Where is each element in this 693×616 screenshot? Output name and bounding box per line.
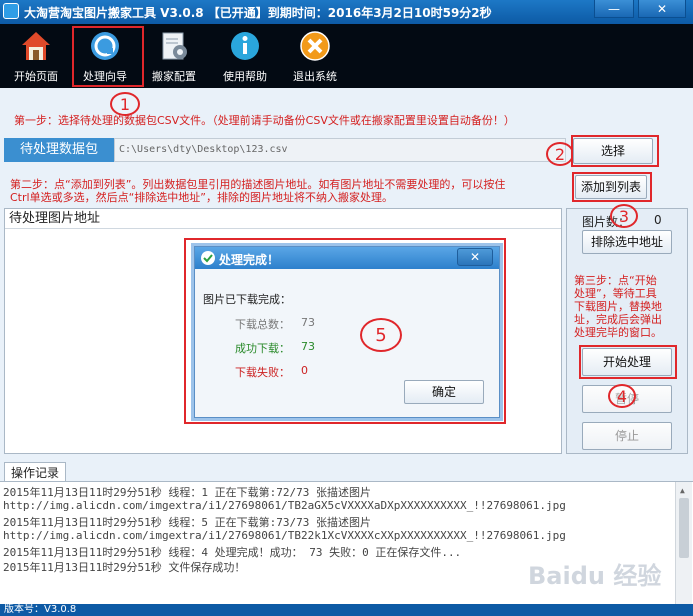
annotation-box-start <box>579 345 677 379</box>
annotation-marker-3: 3 <box>610 204 638 228</box>
total-value: 73 <box>301 316 315 329</box>
success-label: 成功下载： <box>235 342 290 355</box>
fail-label: 下载失败： <box>235 366 290 379</box>
annotation-box-add <box>572 172 652 202</box>
toolbar-config-label: 搬家配置 <box>152 70 196 83</box>
toolbar-exit[interactable]: 退出系统 <box>282 24 348 88</box>
log-scrollbar[interactable]: ▲ <box>675 482 692 604</box>
watermark: Baidu 经验 <box>528 562 662 590</box>
dialog-title: 处理完成！ <box>219 253 280 267</box>
dialog-heading: 图片已下载完成： <box>203 293 291 306</box>
completion-dialog: 处理完成！ ✕ 图片已下载完成： 下载总数： 73 成功下载： 73 下载失败：… <box>194 246 500 418</box>
list-header: 待处理图片地址 <box>5 209 561 229</box>
file-path-input[interactable]: C:\Users\dty\Desktop\123.csv <box>114 138 566 162</box>
check-icon <box>201 251 215 265</box>
stop-button[interactable]: 停止 <box>582 422 672 450</box>
exclude-selected-button[interactable]: 排除选中地址 <box>582 230 672 254</box>
log-line: 2015年11月13日11时29分51秒 文件保存成功！ <box>3 561 246 574</box>
step1-instruction: 第一步：选择待处理的数据包CSV文件。（处理前请手动备份CSV文件或在搬家配置里… <box>14 114 515 127</box>
minimize-button[interactable]: — <box>594 0 634 18</box>
step3-line: 处理”，等待工具 <box>574 287 657 300</box>
step2-instruction-line2: Ctrl单选或多选，然后点“排除选中地址”，排除的图片地址将不纳入搬家处理。 <box>10 191 393 204</box>
help-icon <box>231 32 259 60</box>
log-output[interactable]: 2015年11月13日11时29分51秒 线程：1 正在下载第:72/73 张描… <box>0 481 693 604</box>
exit-icon <box>300 31 330 61</box>
toolbar-home[interactable]: 开始页面 <box>3 24 69 88</box>
dialog-title-bar: 处理完成！ ✕ <box>195 247 499 269</box>
file-label: 待处理数据包 <box>4 138 114 162</box>
toolbar-help[interactable]: 使用帮助 <box>212 24 278 88</box>
log-line: 2015年11月13日11时29分51秒 线程：1 正在下载第:72/73 张描… <box>3 486 371 499</box>
log-line: http://img.alicdn.com/imgextra/i1/276980… <box>3 529 566 542</box>
step3-line: 址，完成后会弹出 <box>574 313 662 326</box>
annotation-box-wizard <box>72 26 144 87</box>
toolbar-home-label: 开始页面 <box>14 70 58 83</box>
close-button[interactable]: ✕ <box>638 0 686 18</box>
app-icon <box>3 3 19 19</box>
step3-instruction: 第三步：点“开始 处理”，等待工具 下载图片，替换地 址，完成后会弹出 处理完毕… <box>574 274 662 339</box>
toolbar-config[interactable]: 搬家配置 <box>141 24 207 88</box>
annotation-marker-4: 4 <box>608 384 636 408</box>
log-line: 2015年11月13日11时29分51秒 线程：4 处理完成！成功： 73 失败… <box>3 546 462 559</box>
status-bar: 版本号：V3.0.8 <box>0 604 693 616</box>
step3-line: 处理完毕的窗口。 <box>574 326 662 339</box>
config-icon <box>162 32 187 60</box>
tab-operation-log[interactable]: 操作记录 <box>4 462 66 482</box>
step3-line: 第三步：点“开始 <box>574 274 657 287</box>
log-line: 2015年11月13日11时29分51秒 线程：5 正在下载第:73/73 张描… <box>3 516 371 529</box>
dialog-ok-button[interactable]: 确定 <box>404 380 484 404</box>
total-label: 下载总数： <box>235 318 290 331</box>
scroll-up-arrow-icon[interactable]: ▲ <box>680 486 685 495</box>
step3-line: 下载图片，替换地 <box>574 300 662 313</box>
annotation-box-select <box>571 135 659 167</box>
annotation-marker-5: 5 <box>360 318 402 352</box>
log-line: http://img.alicdn.com/imgextra/i1/276980… <box>3 499 566 512</box>
toolbar-exit-label: 退出系统 <box>293 70 337 83</box>
image-count-value: 0 <box>654 213 662 227</box>
window-title: 大淘营淘宝图片搬家工具 V3.0.8 【已开通】到期时间：2016年3月2日10… <box>24 6 492 20</box>
log-scroll-thumb[interactable] <box>679 498 689 558</box>
dialog-close-button[interactable]: ✕ <box>457 248 493 266</box>
success-value: 73 <box>301 340 315 353</box>
home-icon <box>22 32 50 60</box>
toolbar-help-label: 使用帮助 <box>223 70 267 83</box>
fail-value: 0 <box>301 364 308 377</box>
title-bar: 大淘营淘宝图片搬家工具 V3.0.8 【已开通】到期时间：2016年3月2日10… <box>0 0 693 24</box>
annotation-marker-2: 2 <box>546 142 574 166</box>
